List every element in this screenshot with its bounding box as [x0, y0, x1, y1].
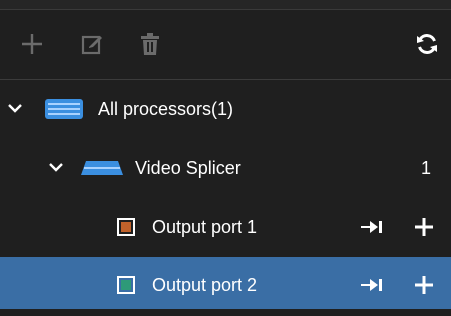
refresh-icon — [417, 34, 437, 54]
tree-item-video-splicer[interactable]: Video Splicer 1 — [0, 139, 451, 198]
refresh-button[interactable] — [413, 30, 441, 58]
plus-icon — [415, 276, 433, 294]
tree-root-all-processors[interactable]: All processors(1) — [0, 80, 451, 139]
chevron-down-icon[interactable] — [7, 100, 23, 116]
edit-icon — [81, 35, 102, 55]
pin-icon — [361, 221, 382, 233]
device-label: Video Splicer — [135, 158, 241, 178]
port-color-swatch — [117, 218, 135, 236]
tree-item-output-port-1[interactable]: Output port 1 — [0, 198, 451, 257]
add-port-button[interactable] — [412, 273, 436, 297]
add-port-button[interactable] — [412, 215, 436, 239]
toolbar — [0, 10, 451, 80]
panel-top-border — [0, 0, 451, 10]
video-splicer-icon — [81, 161, 123, 175]
pin-button[interactable] — [360, 273, 384, 297]
tree-root-label: All processors(1) — [98, 99, 234, 119]
edit-button[interactable] — [78, 30, 106, 58]
pin-icon — [361, 279, 382, 291]
device-count: 1 — [420, 158, 431, 178]
port-label: Output port 1 — [152, 217, 258, 237]
chevron-down-icon[interactable] — [48, 159, 64, 175]
pin-button[interactable] — [360, 215, 384, 239]
plus-icon — [22, 34, 42, 54]
port-label: Output port 2 — [152, 275, 258, 295]
trash-icon — [141, 33, 159, 55]
delete-button[interactable] — [136, 30, 164, 58]
processor-icon — [45, 99, 83, 119]
port-color-swatch — [117, 276, 135, 294]
add-button[interactable] — [18, 30, 46, 58]
tree-item-output-port-2[interactable]: Output port 2 — [0, 257, 451, 309]
plus-icon — [415, 218, 433, 236]
